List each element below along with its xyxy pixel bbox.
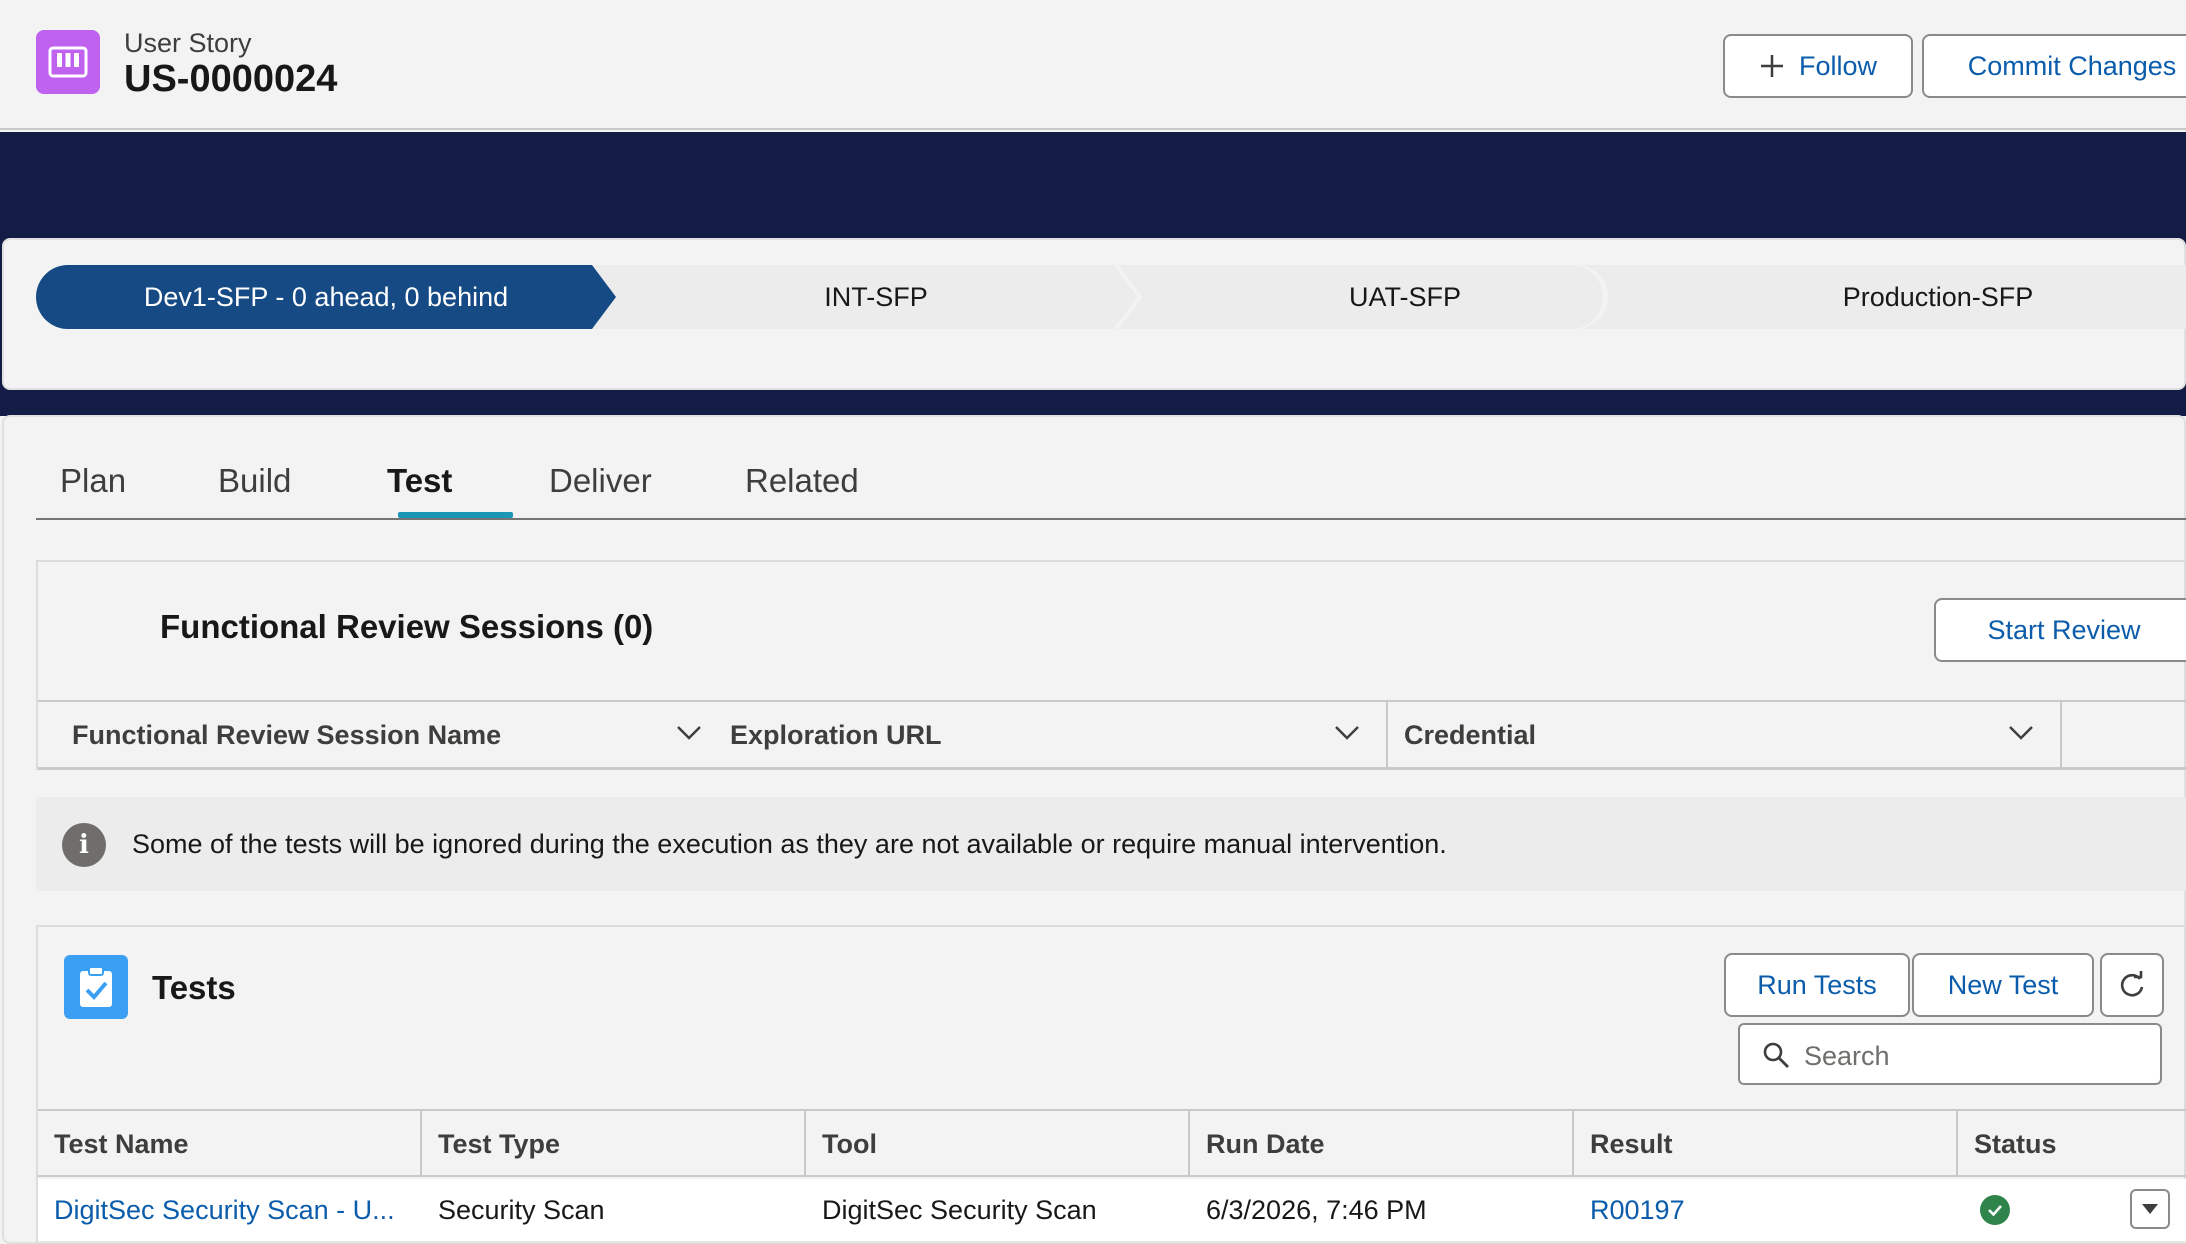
start-review-label: Start Review [1987,614,2141,645]
object-label: User Story [124,28,252,58]
path-step-dev1[interactable]: Dev1-SFP - 0 ahead, 0 behind [36,265,616,329]
tests-table-header: Test Name Test Type Tool Run Date Result… [38,1109,2186,1177]
refresh-icon [2120,971,2144,997]
tab-plan[interactable]: Plan [60,462,126,500]
refresh-button[interactable] [2100,953,2164,1017]
info-banner: i Some of the tests will be ignored duri… [36,797,2186,891]
commit-changes-button[interactable]: Commit Changes [1922,34,2186,98]
environment-path: Dev1-SFP - 0 ahead, 0 behind INT-SFP UAT… [36,265,2186,329]
result-link[interactable]: R00197 [1590,1179,1685,1241]
tab-bar: Plan Build Test Deliver Related [36,440,2186,520]
column-header-tool[interactable]: Tool [822,1111,877,1177]
path-step-label: Dev1-SFP - 0 ahead, 0 behind [143,281,509,312]
run-tests-button[interactable]: Run Tests [1724,953,1910,1017]
success-check-icon [1980,1195,2010,1225]
chevron-down-icon[interactable] [1334,724,1360,742]
path-step-label: Production-SFP [1842,281,2034,312]
tab-build[interactable]: Build [218,462,291,500]
commit-label: Commit Changes [1967,50,2177,81]
clipboard-check-icon [64,955,128,1019]
info-banner-text: Some of the tests will be ignored during… [132,829,1447,859]
active-tab-indicator [398,512,513,518]
search-icon [1763,1042,1789,1068]
column-divider [1572,1111,1574,1177]
column-divider [1386,702,1388,768]
caret-down-icon [2142,1204,2158,1214]
column-header-run-date[interactable]: Run Date [1206,1111,1325,1177]
test-type-cell: Security Scan [438,1194,605,1225]
row-actions-button[interactable] [2130,1189,2170,1229]
run-tests-label: Run Tests [1757,969,1877,1000]
start-review-button[interactable]: Start Review [1934,598,2186,662]
functional-review-table-header: Functional Review Session Name Explorati… [38,700,2186,770]
path-step-uat[interactable]: UAT-SFP [1140,265,1670,329]
column-divider [420,1111,422,1177]
test-name-link[interactable]: DigitSec Security Scan - U... [54,1179,395,1241]
tests-card: Tests Run Tests New Test Search Test Nam… [36,925,2186,1244]
path-step-label: INT-SFP [824,281,928,312]
tab-test[interactable]: Test [387,462,452,500]
follow-label: Follow [1798,50,1878,81]
chevron-down-icon[interactable] [2008,724,2034,742]
column-divider [1956,1111,1958,1177]
user-story-icon [36,30,100,94]
plus-icon [1760,55,1783,77]
follow-button[interactable]: Follow [1723,34,1913,98]
column-divider [804,1111,806,1177]
tool-cell: DigitSec Security Scan [822,1194,1097,1225]
tab-deliver[interactable]: Deliver [549,462,652,500]
column-header-credential[interactable]: Credential [1404,702,1536,768]
path-step-production[interactable]: Production-SFP [1673,265,2186,329]
path-step-int[interactable]: INT-SFP [616,265,1136,329]
search-input[interactable]: Search [1738,1023,2162,1085]
functional-review-title: Functional Review Sessions (0) [160,608,654,645]
new-test-button[interactable]: New Test [1912,953,2094,1017]
tests-title: Tests [152,969,236,1006]
record-header: User Story US-0000024 Follow Commit Chan… [0,0,2186,130]
column-header-test-name[interactable]: Test Name [54,1111,189,1177]
chevron-down-icon[interactable] [676,724,702,742]
tab-related[interactable]: Related [745,462,859,500]
table-row: DigitSec Security Scan - U... Security S… [38,1179,2186,1243]
column-header-test-type[interactable]: Test Type [438,1111,560,1177]
search-placeholder: Search [1804,1041,1890,1071]
column-divider [2060,702,2062,768]
column-divider [1188,1111,1190,1177]
functional-review-card: Functional Review Sessions (0) Start Rev… [36,560,2186,770]
new-test-label: New Test [1947,969,2059,1000]
column-header-session-name[interactable]: Functional Review Session Name [72,702,501,768]
run-date-cell: 6/3/2026, 7:46 PM [1206,1194,1427,1225]
path-step-label: UAT-SFP [1348,281,1461,312]
column-header-exploration-url[interactable]: Exploration URL [730,702,942,768]
column-header-status[interactable]: Status [1974,1111,2057,1177]
record-name: US-0000024 [124,58,338,100]
column-header-result[interactable]: Result [1590,1111,1673,1177]
info-icon: i [62,823,106,867]
